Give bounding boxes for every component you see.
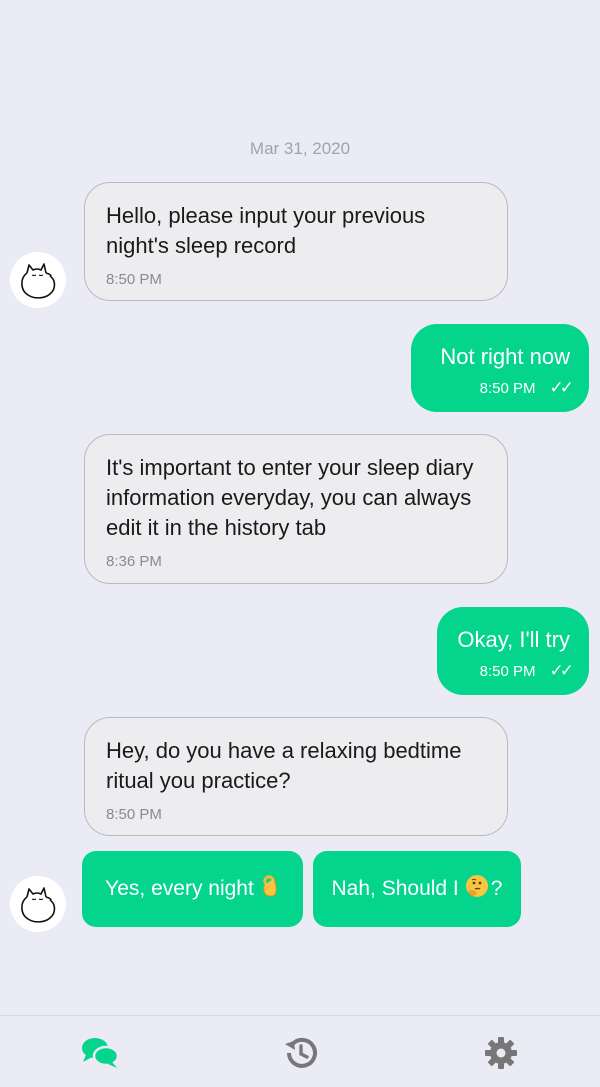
read-receipt-icon: ✓✓ bbox=[549, 661, 574, 680]
bot-message: It's important to enter your sleep diary… bbox=[84, 434, 508, 584]
sleeping-cat-icon bbox=[21, 263, 56, 299]
date-divider: Mar 31, 2020 bbox=[249, 139, 351, 158]
message-time: 8:50 PM bbox=[479, 379, 536, 397]
tab-history[interactable] bbox=[282, 1035, 322, 1071]
ok-hand-icon bbox=[260, 874, 280, 904]
message-text: It's important to enter your sleep diary… bbox=[106, 455, 474, 540]
message-time: 8:50 PM bbox=[106, 271, 162, 288]
quick-reply-should-i-button[interactable]: Nah, Should I ? bbox=[313, 851, 521, 927]
bot-message: Hey, do you have a relaxing bedtime ritu… bbox=[84, 717, 508, 836]
quick-reply-label-suffix: ? bbox=[490, 877, 503, 900]
history-icon bbox=[285, 1037, 317, 1068]
bot-avatar bbox=[10, 876, 66, 932]
read-receipt-icon: ✓✓ bbox=[549, 378, 574, 397]
message-text: Hello, please input your previous night'… bbox=[106, 203, 426, 258]
user-message: Not right now 8:50 PM ✓✓ bbox=[411, 324, 589, 412]
quick-reply-label: Nah, Should I bbox=[331, 877, 459, 900]
gear-icon bbox=[485, 1037, 517, 1069]
chat-icon bbox=[82, 1038, 120, 1068]
bot-avatar bbox=[10, 252, 66, 308]
message-time: 8:50 PM bbox=[479, 662, 536, 680]
message-time: 8:50 PM bbox=[106, 806, 162, 823]
bottom-tab-bar bbox=[0, 1015, 600, 1087]
message-text: Not right now bbox=[440, 344, 570, 369]
thinking-face-icon bbox=[465, 874, 489, 904]
tab-chat[interactable] bbox=[80, 1035, 120, 1071]
sleeping-cat-icon bbox=[21, 887, 56, 923]
message-time: 8:36 PM bbox=[106, 553, 162, 570]
message-text: Okay, I'll try bbox=[457, 627, 570, 652]
message-text: Hey, do you have a relaxing bedtime ritu… bbox=[106, 738, 462, 793]
bot-message: Hello, please input your previous night'… bbox=[84, 182, 508, 301]
tab-settings[interactable] bbox=[483, 1035, 523, 1071]
quick-reply-label: Yes, every night bbox=[105, 877, 254, 900]
user-message: Okay, I'll try 8:50 PM ✓✓ bbox=[437, 607, 589, 695]
quick-reply-yes-button[interactable]: Yes, every night bbox=[82, 851, 303, 927]
